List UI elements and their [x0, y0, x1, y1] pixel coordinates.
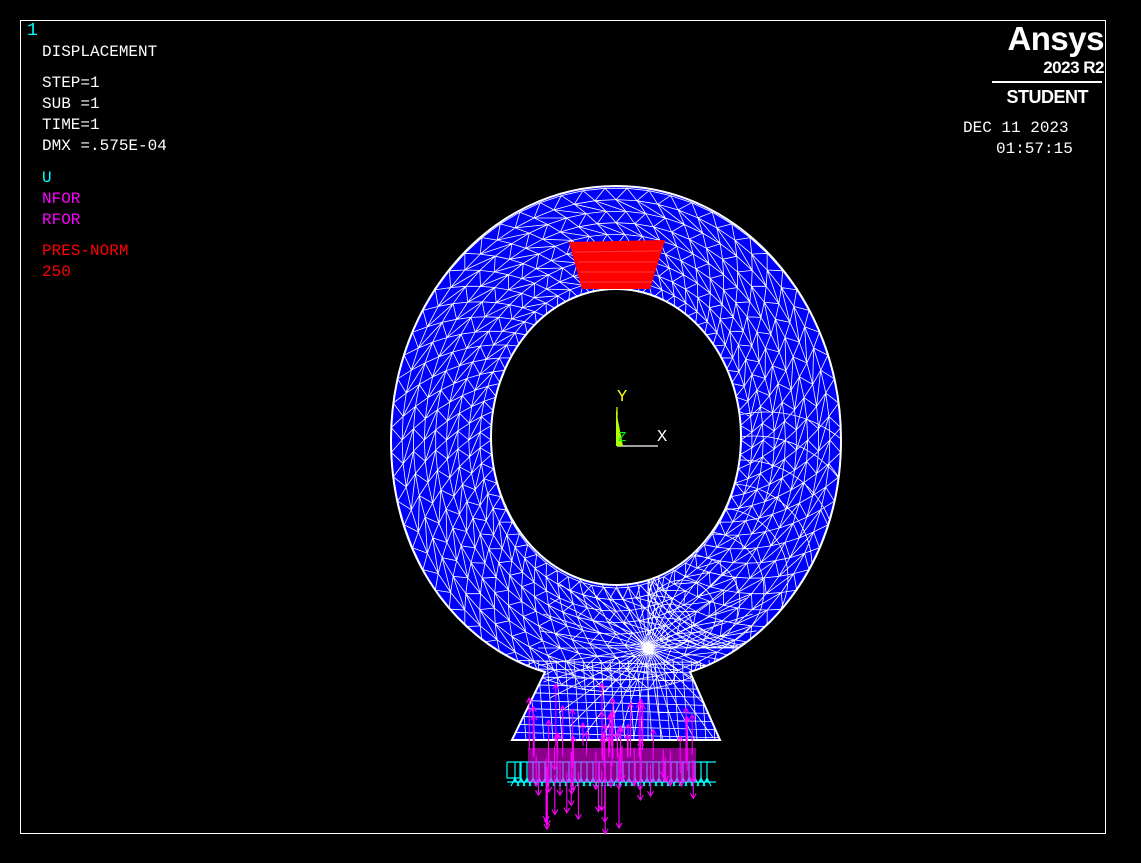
date-label: DEC 11 2023 [963, 119, 1069, 137]
ansys-edition: STUDENT [1006, 87, 1089, 107]
substep-label: SUB =1 [42, 95, 100, 113]
legend-nodal-force: NFOR [42, 190, 81, 208]
force-cluster [528, 748, 696, 782]
result-title: DISPLACEMENT [42, 43, 158, 61]
legend-pressure-label: PRES-NORM [42, 242, 129, 260]
time-of-day-label: 01:57:15 [996, 140, 1073, 158]
triad-x-label: X [657, 428, 667, 447]
pressure-load-patch [569, 240, 665, 289]
time-label: TIME=1 [42, 116, 100, 134]
step-label: STEP=1 [42, 74, 100, 92]
dmx-label: DMX =.575E-04 [42, 137, 167, 155]
ansys-logo: Ansys [1007, 20, 1104, 57]
coordinate-triad: X Y Z [616, 388, 667, 447]
ansys-version: 2023 R2 [1043, 58, 1104, 77]
legend-displacement-symbol: U [42, 169, 52, 187]
triad-z-label: Z [618, 430, 626, 446]
logo-divider [992, 81, 1102, 83]
triad-y-label: Y [617, 388, 627, 407]
legend-reaction-force: RFOR [42, 211, 81, 229]
window-number: 1 [27, 21, 38, 41]
legend-pressure-value: 250 [42, 263, 71, 281]
